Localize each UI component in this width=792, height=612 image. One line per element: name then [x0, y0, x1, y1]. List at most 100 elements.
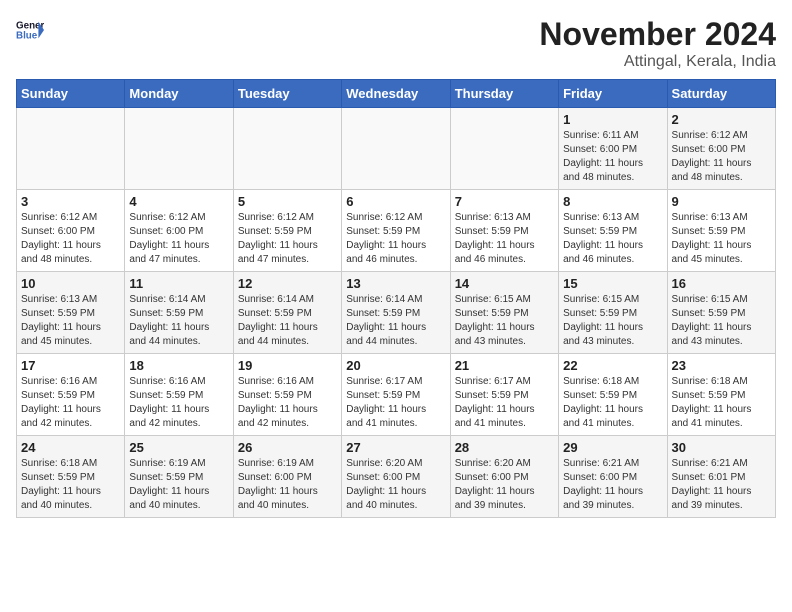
calendar-week-row: 3 Sunrise: 6:12 AM Sunset: 6:00 PM Daylig… [17, 190, 776, 272]
calendar-cell: 16 Sunrise: 6:15 AM Sunset: 5:59 PM Dayli… [667, 272, 775, 354]
calendar-cell: 15 Sunrise: 6:15 AM Sunset: 5:59 PM Dayli… [559, 272, 667, 354]
day-number: 6 [346, 194, 445, 209]
day-info: Sunrise: 6:11 AM Sunset: 6:00 PM Dayligh… [563, 129, 662, 185]
weekday-header: Friday [559, 80, 667, 108]
day-info: Sunrise: 6:12 AM Sunset: 5:59 PM Dayligh… [238, 211, 337, 267]
page-header: General Blue November 2024 Attingal, Ker… [16, 16, 776, 71]
calendar-cell [17, 108, 125, 190]
calendar-cell: 30 Sunrise: 6:21 AM Sunset: 6:01 PM Dayli… [667, 436, 775, 518]
weekday-header: Tuesday [233, 80, 341, 108]
day-info: Sunrise: 6:21 AM Sunset: 6:01 PM Dayligh… [672, 457, 771, 513]
calendar-cell: 5 Sunrise: 6:12 AM Sunset: 5:59 PM Daylig… [233, 190, 341, 272]
day-number: 14 [455, 276, 554, 291]
calendar-cell: 28Sunrise: 6:20 AM Sunset: 6:00 PM Dayli… [450, 436, 558, 518]
day-number: 1 [563, 112, 662, 127]
calendar-cell: 26 Sunrise: 6:19 AM Sunset: 6:00 PM Dayli… [233, 436, 341, 518]
calendar-cell: 17 Sunrise: 6:16 AM Sunset: 5:59 PM Dayli… [17, 354, 125, 436]
day-number: 23 [672, 358, 771, 373]
day-number: 20 [346, 358, 445, 373]
day-number: 5 [238, 194, 337, 209]
logo-icon: General Blue [16, 16, 44, 44]
day-info: Sunrise: 6:17 AM Sunset: 5:59 PM Dayligh… [455, 375, 554, 431]
calendar-week-row: 1 Sunrise: 6:11 AM Sunset: 6:00 PM Daylig… [17, 108, 776, 190]
day-info: Sunrise: 6:12 AM Sunset: 6:00 PM Dayligh… [21, 211, 120, 267]
calendar-cell: 29Sunrise: 6:21 AM Sunset: 6:00 PM Dayli… [559, 436, 667, 518]
day-info: Sunrise: 6:20 AM Sunset: 6:00 PM Dayligh… [346, 457, 445, 513]
calendar-cell: 7Sunrise: 6:13 AM Sunset: 5:59 PM Daylig… [450, 190, 558, 272]
day-number: 26 [238, 440, 337, 455]
calendar-cell: 9 Sunrise: 6:13 AM Sunset: 5:59 PM Daylig… [667, 190, 775, 272]
day-info: Sunrise: 6:13 AM Sunset: 5:59 PM Dayligh… [672, 211, 771, 267]
calendar-cell: 18 Sunrise: 6:16 AM Sunset: 5:59 PM Dayli… [125, 354, 233, 436]
calendar-cell: 27 Sunrise: 6:20 AM Sunset: 6:00 PM Dayli… [342, 436, 450, 518]
calendar-cell [233, 108, 341, 190]
day-number: 12 [238, 276, 337, 291]
day-number: 27 [346, 440, 445, 455]
day-info: Sunrise: 6:12 AM Sunset: 6:00 PM Dayligh… [129, 211, 228, 267]
calendar-cell: 22Sunrise: 6:18 AM Sunset: 5:59 PM Dayli… [559, 354, 667, 436]
day-number: 22 [563, 358, 662, 373]
calendar-week-row: 24 Sunrise: 6:18 AM Sunset: 5:59 PM Dayli… [17, 436, 776, 518]
logo: General Blue [16, 16, 44, 44]
calendar-cell: 13 Sunrise: 6:14 AM Sunset: 5:59 PM Dayli… [342, 272, 450, 354]
weekday-header: Saturday [667, 80, 775, 108]
day-number: 18 [129, 358, 228, 373]
calendar-cell: 1 Sunrise: 6:11 AM Sunset: 6:00 PM Daylig… [559, 108, 667, 190]
day-number: 4 [129, 194, 228, 209]
calendar-cell [125, 108, 233, 190]
calendar-cell: 11Sunrise: 6:14 AM Sunset: 5:59 PM Dayli… [125, 272, 233, 354]
day-number: 24 [21, 440, 120, 455]
calendar-cell: 12 Sunrise: 6:14 AM Sunset: 5:59 PM Dayli… [233, 272, 341, 354]
day-info: Sunrise: 6:12 AM Sunset: 5:59 PM Dayligh… [346, 211, 445, 267]
calendar-cell: 2Sunrise: 6:12 AM Sunset: 6:00 PM Daylig… [667, 108, 775, 190]
calendar-cell: 14 Sunrise: 6:15 AM Sunset: 5:59 PM Dayli… [450, 272, 558, 354]
day-number: 11 [129, 276, 228, 291]
day-number: 9 [672, 194, 771, 209]
day-info: Sunrise: 6:13 AM Sunset: 5:59 PM Dayligh… [563, 211, 662, 267]
calendar-cell: 25 Sunrise: 6:19 AM Sunset: 5:59 PM Dayli… [125, 436, 233, 518]
day-number: 8 [563, 194, 662, 209]
calendar-cell: 6 Sunrise: 6:12 AM Sunset: 5:59 PM Daylig… [342, 190, 450, 272]
calendar-cell: 8 Sunrise: 6:13 AM Sunset: 5:59 PM Daylig… [559, 190, 667, 272]
day-info: Sunrise: 6:15 AM Sunset: 5:59 PM Dayligh… [455, 293, 554, 349]
day-info: Sunrise: 6:19 AM Sunset: 6:00 PM Dayligh… [238, 457, 337, 513]
day-number: 3 [21, 194, 120, 209]
day-number: 19 [238, 358, 337, 373]
calendar-cell: 4 Sunrise: 6:12 AM Sunset: 6:00 PM Daylig… [125, 190, 233, 272]
day-info: Sunrise: 6:16 AM Sunset: 5:59 PM Dayligh… [21, 375, 120, 431]
day-info: Sunrise: 6:15 AM Sunset: 5:59 PM Dayligh… [563, 293, 662, 349]
day-number: 25 [129, 440, 228, 455]
day-number: 17 [21, 358, 120, 373]
calendar-cell: 3 Sunrise: 6:12 AM Sunset: 6:00 PM Daylig… [17, 190, 125, 272]
calendar-cell: 20Sunrise: 6:17 AM Sunset: 5:59 PM Dayli… [342, 354, 450, 436]
calendar-cell: 19Sunrise: 6:16 AM Sunset: 5:59 PM Dayli… [233, 354, 341, 436]
day-info: Sunrise: 6:14 AM Sunset: 5:59 PM Dayligh… [238, 293, 337, 349]
calendar-cell: 10 Sunrise: 6:13 AM Sunset: 5:59 PM Dayli… [17, 272, 125, 354]
title-block: November 2024 Attingal, Kerala, India [539, 16, 776, 71]
day-info: Sunrise: 6:14 AM Sunset: 5:59 PM Dayligh… [346, 293, 445, 349]
day-info: Sunrise: 6:16 AM Sunset: 5:59 PM Dayligh… [129, 375, 228, 431]
day-number: 21 [455, 358, 554, 373]
calendar-cell [450, 108, 558, 190]
day-info: Sunrise: 6:13 AM Sunset: 5:59 PM Dayligh… [455, 211, 554, 267]
day-number: 30 [672, 440, 771, 455]
page-subtitle: Attingal, Kerala, India [539, 53, 776, 71]
day-info: Sunrise: 6:15 AM Sunset: 5:59 PM Dayligh… [672, 293, 771, 349]
day-info: Sunrise: 6:18 AM Sunset: 5:59 PM Dayligh… [672, 375, 771, 431]
day-info: Sunrise: 6:18 AM Sunset: 5:59 PM Dayligh… [21, 457, 120, 513]
page-title: November 2024 [539, 16, 776, 53]
day-number: 16 [672, 276, 771, 291]
weekday-header-row: SundayMondayTuesdayWednesdayThursdayFrid… [17, 80, 776, 108]
calendar-table: SundayMondayTuesdayWednesdayThursdayFrid… [16, 79, 776, 518]
calendar-cell [342, 108, 450, 190]
day-info: Sunrise: 6:19 AM Sunset: 5:59 PM Dayligh… [129, 457, 228, 513]
day-number: 28 [455, 440, 554, 455]
day-number: 15 [563, 276, 662, 291]
svg-text:Blue: Blue [16, 30, 38, 41]
calendar-cell: 23 Sunrise: 6:18 AM Sunset: 5:59 PM Dayli… [667, 354, 775, 436]
calendar-week-row: 17 Sunrise: 6:16 AM Sunset: 5:59 PM Dayli… [17, 354, 776, 436]
day-number: 29 [563, 440, 662, 455]
day-info: Sunrise: 6:13 AM Sunset: 5:59 PM Dayligh… [21, 293, 120, 349]
day-number: 10 [21, 276, 120, 291]
day-number: 13 [346, 276, 445, 291]
